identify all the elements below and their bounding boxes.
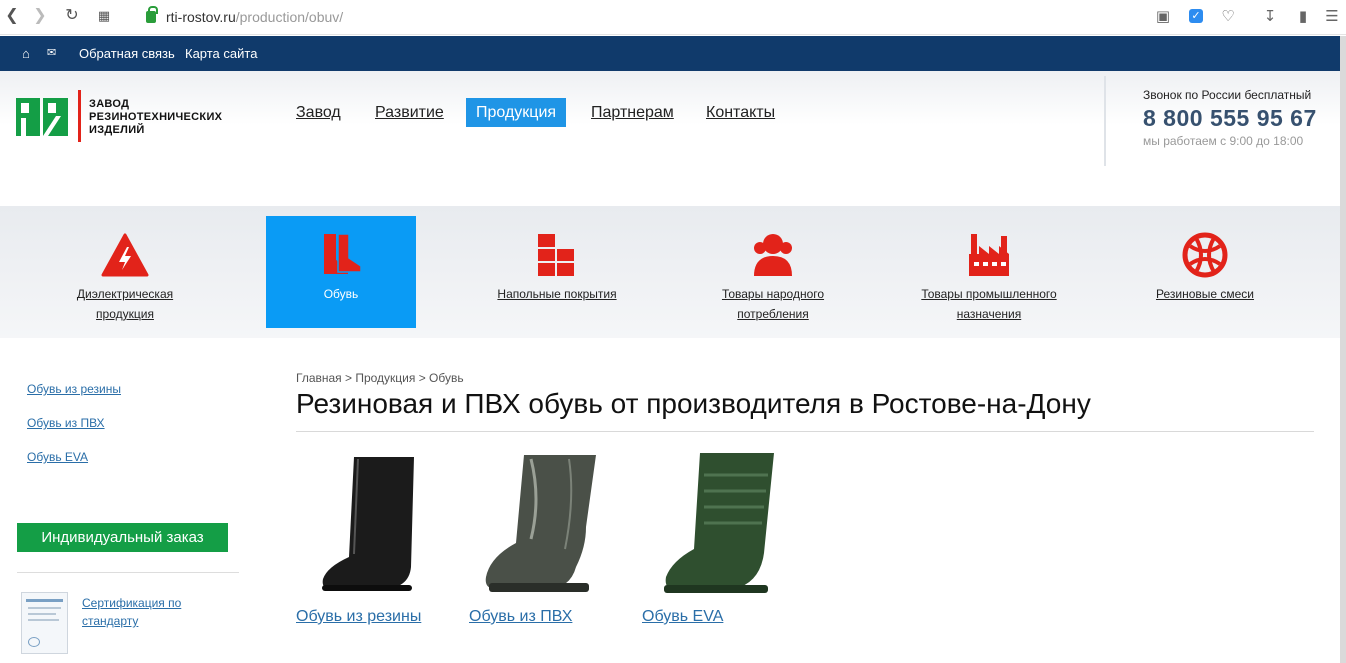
category-label: Диэлектрическая продукция [76,287,174,321]
scrollbar-thumb[interactable] [1340,36,1346,663]
top-nav-bar: ⌂ ✉ Обратная связь Карта сайта [0,36,1340,71]
browser-toolbar: ❮ ❯ ↻ ▦ rti-rostov.ru/production/obuv/ ▣… [0,0,1346,35]
sidebar-link-pvc[interactable]: Обувь из ПВХ [27,416,105,430]
product-label[interactable]: Обувь EVA [642,608,723,626]
category-label: Напольные покрытия [497,287,617,301]
menu-item-produkciya[interactable]: Продукция [466,98,567,127]
settings-menu-icon[interactable]: ☰ [1322,7,1342,27]
eva-boot-image[interactable] [642,447,792,602]
address-bar[interactable]: rti-rostov.ru/production/obuv/ [146,6,343,28]
category-strip: Диэлектрическая продукция Обувь Напольные… [0,206,1340,338]
forward-icon[interactable]: ❯ [30,6,50,26]
sitemap-link[interactable]: Карта сайта [185,36,257,71]
url-path: /production/obuv/ [235,9,344,25]
rubber-boot-image[interactable] [296,447,446,602]
boots-icon [324,233,362,274]
category-label: Товары народного потребления [721,287,825,321]
battery-icon[interactable]: ▮ [1293,7,1313,27]
sidebar-divider [17,572,239,573]
menu-item-partneram[interactable]: Партнерам [581,98,684,127]
contact-block: Звонок по России бесплатный 8 800 555 95… [1104,76,1340,166]
product-card-rubber[interactable]: Обувь из резины [296,447,456,637]
category-dielectric[interactable]: Диэлектрическая продукция [50,216,200,328]
shield-icon[interactable]: ✓ [1189,9,1203,23]
call-caption: Звонок по России бесплатный [1143,88,1312,102]
logo-icon[interactable] [16,98,68,136]
people-icon [754,234,792,276]
warning-lightning-icon [101,233,149,277]
rubber-mix-icon [1182,232,1228,278]
sidebar-link-eva[interactable]: Обувь EVA [27,450,88,464]
menu-item-zavod[interactable]: Завод [286,98,351,127]
logo-text: ЗАВОД РЕЗИНОТЕХНИЧЕСКИХ ИЗДЕЛИЙ [89,98,223,136]
category-label: Резиновые смеси [1155,287,1255,301]
heart-icon[interactable]: ♡ [1218,7,1238,27]
url-host: rti-rostov.ru [166,9,236,25]
phone-number[interactable]: 8 800 555 95 67 [1143,105,1317,132]
category-consumer[interactable]: Товары народного потребления [698,216,848,328]
download-icon[interactable]: ↧ [1260,7,1280,27]
category-rubber-mix[interactable]: Резиновые смеси [1130,216,1280,328]
back-icon[interactable]: ❮ [2,6,22,26]
logo-divider [78,90,81,142]
title-divider [296,431,1314,432]
tabs-grid-icon[interactable]: ▦ [94,6,114,26]
product-card-pvc[interactable]: Обувь из ПВХ [469,447,629,637]
product-label[interactable]: Обувь из ПВХ [469,608,572,626]
category-label: Обувь [323,287,359,301]
breadcrumb: Главная > Продукция > Обувь [296,371,464,385]
factory-icon [969,234,1009,276]
menu-item-kontakty[interactable]: Контакты [696,98,785,127]
home-icon[interactable]: ⌂ [22,36,30,71]
custom-order-button[interactable]: Индивидуальный заказ [17,523,228,552]
sidebar-link-rubber[interactable]: Обувь из резины [27,382,121,396]
floor-tiles-icon [538,234,574,276]
camera-icon[interactable]: ▣ [1153,7,1173,27]
menu-item-razvitie[interactable]: Развитие [365,98,454,127]
reload-icon[interactable]: ↻ [62,6,82,26]
category-label: Товары промышленного назначения [921,287,1057,321]
certificate-thumbnail[interactable] [21,592,68,654]
working-hours: мы работаем с 9:00 до 18:00 [1143,134,1304,148]
product-label[interactable]: Обувь из резины [296,608,421,626]
page-scrollbar[interactable] [1340,36,1346,663]
page-title: Резиновая и ПВХ обувь от производителя в… [296,388,1091,419]
product-card-eva[interactable]: Обувь EVA [642,447,802,637]
site-header: ЗАВОД РЕЗИНОТЕХНИЧЕСКИХ ИЗДЕЛИЙ Завод Ра… [0,71,1340,206]
category-industrial[interactable]: Товары промышленного назначения [914,216,1064,328]
pvc-boot-image[interactable] [469,447,619,602]
certification-link[interactable]: Сертификация по стандарту [82,594,232,630]
lock-icon [146,6,158,23]
mail-icon[interactable]: ✉ [47,36,56,71]
category-floor[interactable]: Напольные покрытия [482,216,632,328]
feedback-link[interactable]: Обратная связь [79,36,175,71]
category-obuv[interactable]: Обувь [266,216,416,328]
